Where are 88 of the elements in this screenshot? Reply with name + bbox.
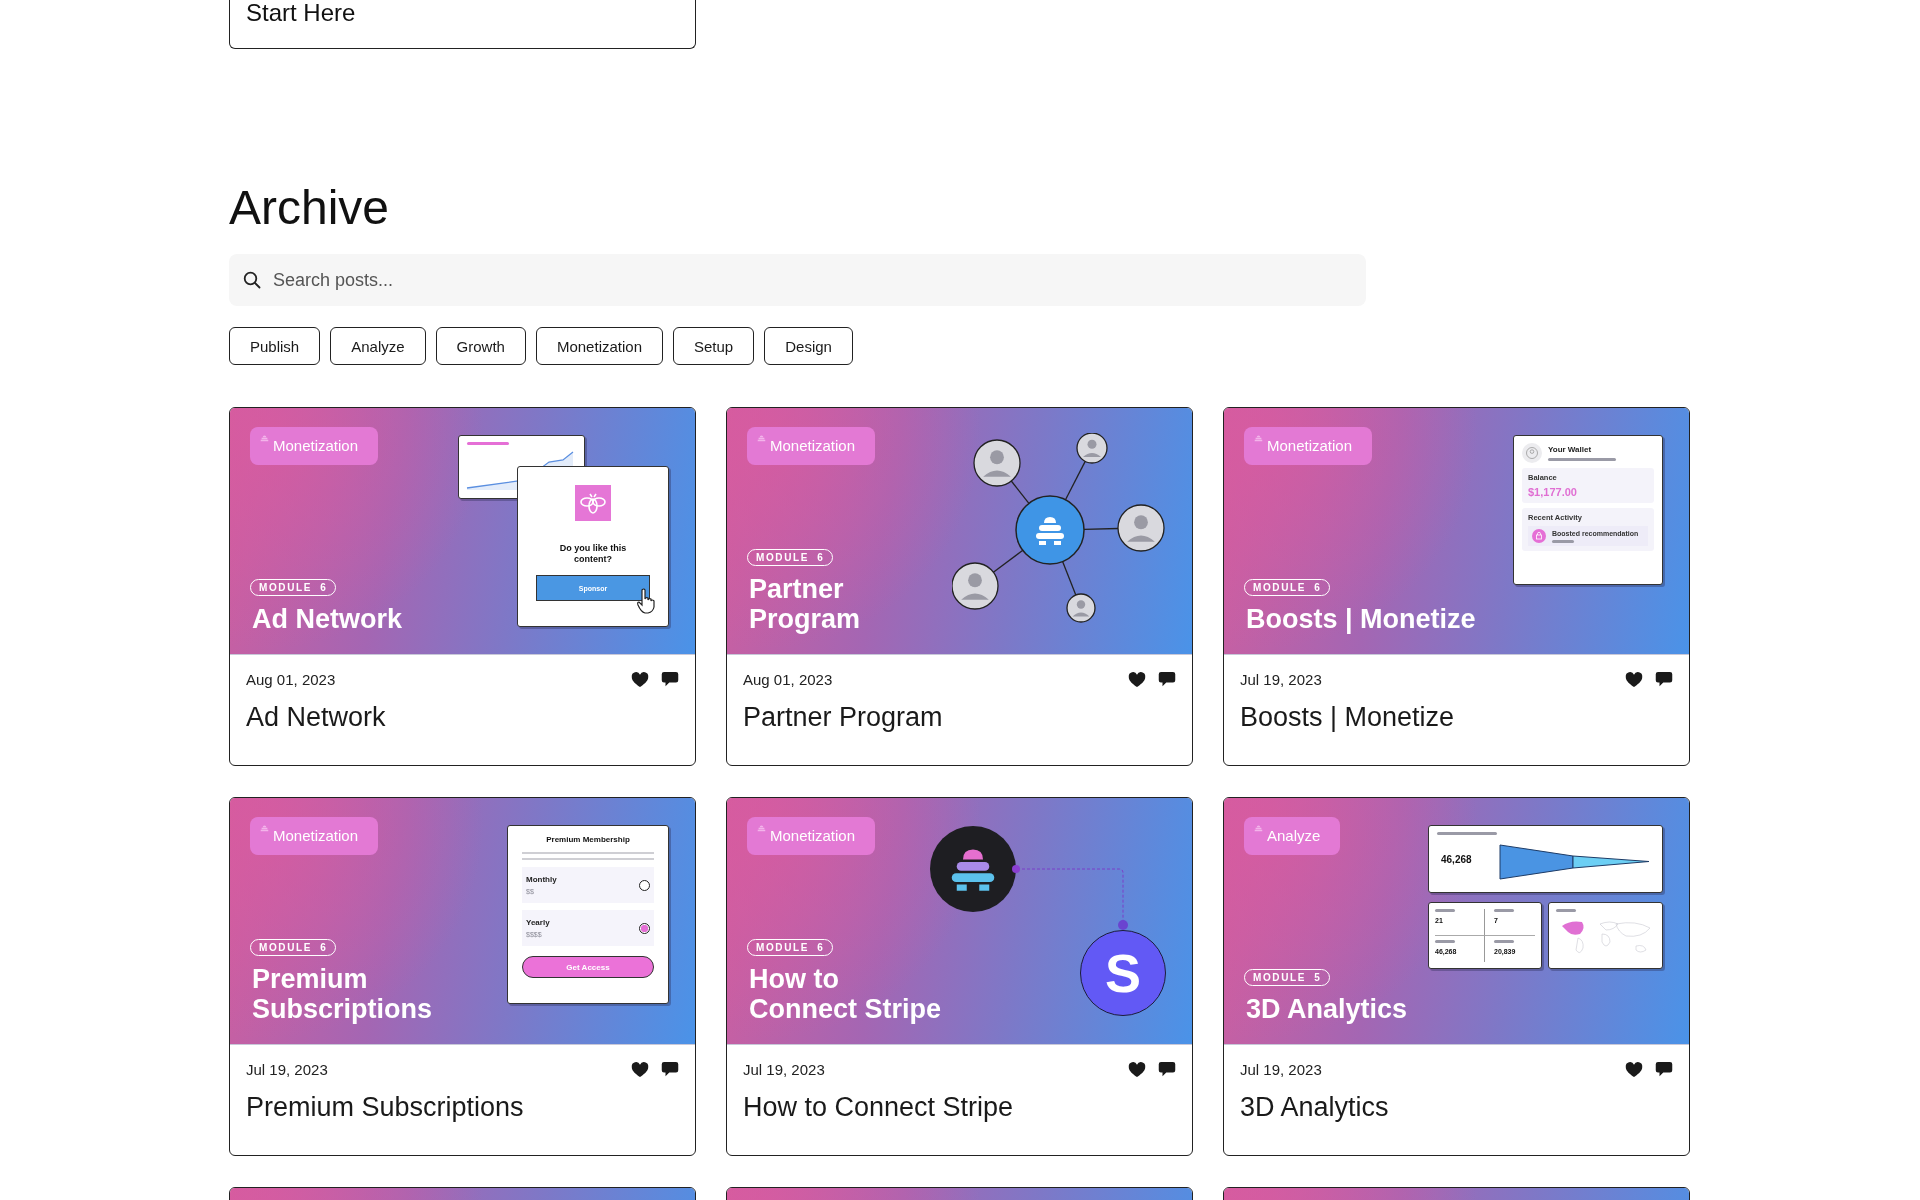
bee-icon: [575, 485, 611, 521]
filter-pill[interactable]: Analyze: [330, 327, 426, 365]
post-date: Jul 19, 2023: [743, 1061, 825, 1078]
post-title[interactable]: 3D Analytics: [1240, 1092, 1673, 1123]
post-card[interactable]: Monetization MODULE 6 How to Connect Stripe S Jul 19, 2023 How to Connect Stripe: [726, 797, 1193, 1156]
placeholder-bar: [1437, 832, 1497, 835]
placeholder-bar: [1494, 939, 1514, 943]
pointer-hand-icon: [636, 588, 656, 614]
placeholder-bar: [1556, 909, 1576, 912]
start-here-card[interactable]: Start Here: [229, 0, 696, 49]
comment-icon[interactable]: [1158, 671, 1176, 688]
search-icon: [243, 271, 261, 289]
post-card[interactable]: Monetization MODULE 6 Partner Program Aug 01, 2023 Partner Program: [726, 407, 1193, 766]
filter-pill[interactable]: Setup: [673, 327, 755, 365]
post-date: Aug 01, 2023: [743, 671, 833, 688]
cover-title: 3D Analytics: [1246, 994, 1408, 1024]
category-label: Monetization: [770, 436, 856, 456]
filter-pill[interactable]: Publish: [229, 327, 321, 365]
heart-icon[interactable]: [1128, 671, 1146, 688]
beehive-icon: [1254, 435, 1263, 443]
heart-icon[interactable]: [631, 671, 649, 688]
post-date: Jul 19, 2023: [1240, 1061, 1322, 1078]
cover-title: Premium Subscriptions: [252, 964, 433, 1024]
filter-pill[interactable]: Monetization: [535, 327, 663, 365]
category-label: Analyze: [1267, 826, 1321, 846]
beehive-icon: [260, 435, 269, 443]
comment-icon[interactable]: [1655, 671, 1673, 688]
filter-pill[interactable]: Growth: [435, 327, 526, 365]
placeholder-bar: [1435, 939, 1455, 943]
post-date: Aug 01, 2023: [246, 671, 336, 688]
heart-icon[interactable]: [1625, 671, 1643, 688]
avatar-icon: [952, 562, 999, 610]
placeholder-bar: [1548, 458, 1616, 461]
beehive-hub-icon: [1015, 495, 1085, 565]
post-title[interactable]: Boosts | Monetize: [1240, 702, 1673, 733]
category-label: Monetization: [273, 826, 359, 846]
placeholder-bar: [1552, 539, 1574, 543]
post-title[interactable]: How to Connect Stripe: [743, 1092, 1176, 1123]
start-here-title: Start Here: [246, 0, 356, 26]
avatar-icon: [1117, 504, 1165, 552]
placeholder-bar: [1494, 909, 1514, 912]
user-icon: [1522, 443, 1542, 463]
beehive-icon: [260, 825, 269, 833]
avatar-icon: [973, 439, 1021, 487]
comment-icon[interactable]: [661, 671, 679, 688]
category-label: Monetization: [1267, 436, 1353, 456]
cover-title: Partner Program: [749, 574, 861, 634]
beehive-icon: [757, 825, 766, 833]
heart-icon[interactable]: [1128, 1061, 1146, 1078]
category-label: Monetization: [273, 436, 359, 456]
s-logo: S: [1080, 930, 1166, 1016]
placeholder-bar: [467, 442, 509, 445]
filter-pill[interactable]: Design: [764, 327, 853, 365]
beehive-icon: [757, 435, 766, 443]
category-label: Monetization: [770, 826, 856, 846]
cover-title: Ad Network: [252, 604, 403, 634]
popup-question: Do you like this content?: [558, 543, 628, 565]
heart-icon[interactable]: [1625, 1061, 1643, 1078]
placeholder-bar: [1435, 909, 1455, 912]
funnel-total: 46,268: [1441, 854, 1472, 865]
connector-line: [1061, 560, 1077, 596]
post-date: Jul 19, 2023: [246, 1061, 328, 1078]
comment-icon[interactable]: [1158, 1061, 1176, 1078]
beehive-icon: [1254, 825, 1263, 833]
post-date: Jul 19, 2023: [1240, 671, 1322, 688]
search-field[interactable]: Search posts...: [229, 254, 1366, 306]
connector-line: [1010, 480, 1030, 504]
archive-heading: Archive: [229, 180, 391, 236]
post-title[interactable]: Partner Program: [743, 702, 1176, 733]
cover-title: How to Connect Stripe: [749, 964, 942, 1024]
cover-title: Boosts | Monetize: [1246, 604, 1476, 634]
avatar-icon: [1076, 433, 1108, 464]
heart-icon[interactable]: [631, 1061, 649, 1078]
post-title[interactable]: Premium Subscriptions: [246, 1092, 679, 1123]
lock-icon: [1532, 529, 1546, 543]
wallet-heading: Your Wallet: [1548, 445, 1593, 454]
connector-line: [992, 549, 1024, 573]
balance-amount: $1,177.00: [1528, 486, 1578, 498]
comment-icon[interactable]: [1655, 1061, 1673, 1078]
plan-name: Yearly: [526, 918, 550, 927]
connector-line: [1064, 460, 1086, 501]
membership-heading: Premium Membership: [545, 835, 631, 844]
connector-line: [1083, 527, 1119, 530]
plan-name: Monthly: [526, 875, 557, 884]
get-access-button: Get Access: [522, 956, 654, 978]
comment-icon[interactable]: [661, 1061, 679, 1078]
avatar-icon: [1066, 593, 1096, 623]
post-title[interactable]: Ad Network: [246, 702, 679, 733]
